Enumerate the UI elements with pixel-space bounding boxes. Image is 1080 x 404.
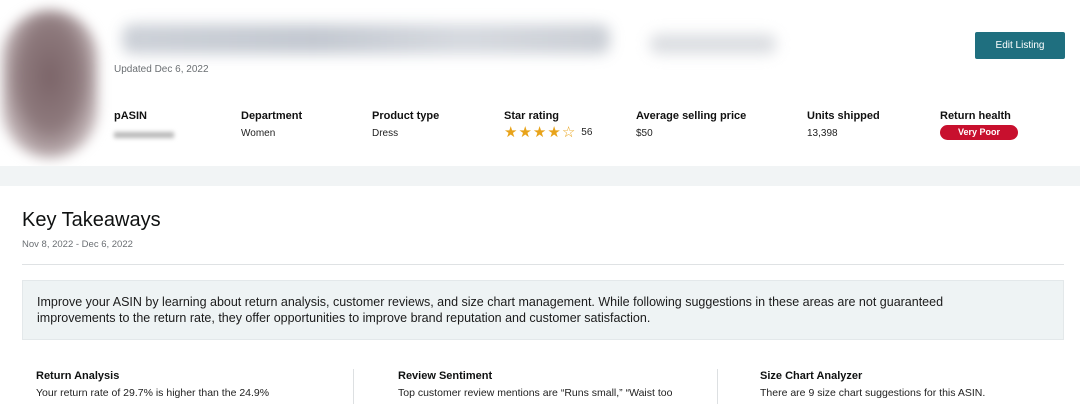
section-separator-band: [0, 166, 1080, 186]
info-banner: Improve your ASIN by learning about retu…: [22, 280, 1064, 340]
card-text: Top customer review mentions are “Runs s…: [398, 387, 673, 399]
department-label: Department: [241, 110, 303, 122]
card-divider: [717, 369, 718, 404]
edit-listing-button[interactable]: Edit Listing: [975, 32, 1065, 59]
department-column: Department Women: [241, 110, 302, 139]
return-health-label: Return health: [940, 110, 1011, 122]
units-shipped-value: 13,398: [807, 128, 838, 139]
listing-header: Updated Dec 6, 2022 Edit Listing pASIN D…: [0, 0, 1080, 166]
star-rating-column: Star rating ★ ★ ★ ★ ☆ 56: [504, 110, 592, 141]
return-health-badge: Very Poor: [940, 125, 1018, 140]
key-takeaways-title: Key Takeaways: [22, 209, 161, 231]
avg-price-value: $50: [636, 128, 653, 139]
product-type-label: Product type: [372, 110, 440, 122]
star-rating[interactable]: ★ ★ ★ ★ ☆ 56: [504, 124, 592, 141]
divider: [22, 264, 1064, 265]
avg-price-column: Average selling price $50: [636, 110, 746, 139]
product-type-column: Product type Dress: [372, 110, 439, 139]
star-rating-label: Star rating: [504, 110, 560, 122]
pasin-value-redacted: [114, 132, 174, 138]
product-subtitle-redacted: [650, 34, 776, 54]
info-text-line-1: Improve your ASIN by learning about retu…: [37, 295, 944, 309]
date-range: Nov 8, 2022 - Dec 6, 2022: [22, 239, 133, 250]
review-count[interactable]: 56: [581, 127, 592, 138]
avg-price-label: Average selling price: [636, 110, 747, 122]
product-image[interactable]: [2, 10, 98, 158]
star-half-icon: ★: [547, 124, 561, 141]
return-analysis-card[interactable]: Return Analysis Your return rate of 29.7…: [36, 370, 269, 399]
pasin-column: pASIN: [114, 110, 174, 138]
updated-date: Updated Dec 6, 2022: [114, 64, 209, 75]
return-health-column: Return health Very Poor: [940, 110, 1018, 140]
star-full-icon: ★: [504, 124, 518, 141]
star-full-icon: ★: [518, 124, 532, 141]
card-text: Your return rate of 29.7% is higher than…: [36, 387, 270, 399]
department-value: Women: [241, 128, 276, 139]
product-type-value: Dress: [372, 128, 399, 139]
pasin-label: pASIN: [114, 110, 147, 122]
review-sentiment-card[interactable]: Review Sentiment Top customer review men…: [398, 370, 672, 399]
size-chart-analyzer-card[interactable]: Size Chart Analyzer There are 9 size cha…: [760, 370, 985, 399]
star-full-icon: ★: [532, 124, 547, 141]
card-title: Review Sentiment: [398, 370, 493, 382]
info-text-line-2: improvements to the return rate, they of…: [37, 311, 651, 325]
card-divider: [353, 369, 354, 404]
card-title: Return Analysis: [36, 370, 120, 382]
star-empty-icon: ☆: [561, 124, 576, 141]
product-title-redacted: [122, 24, 610, 54]
card-title: Size Chart Analyzer: [760, 370, 863, 382]
card-text: There are 9 size chart suggestions for t…: [760, 387, 986, 399]
units-shipped-column: Units shipped 13,398: [807, 110, 880, 139]
units-shipped-label: Units shipped: [807, 110, 880, 122]
